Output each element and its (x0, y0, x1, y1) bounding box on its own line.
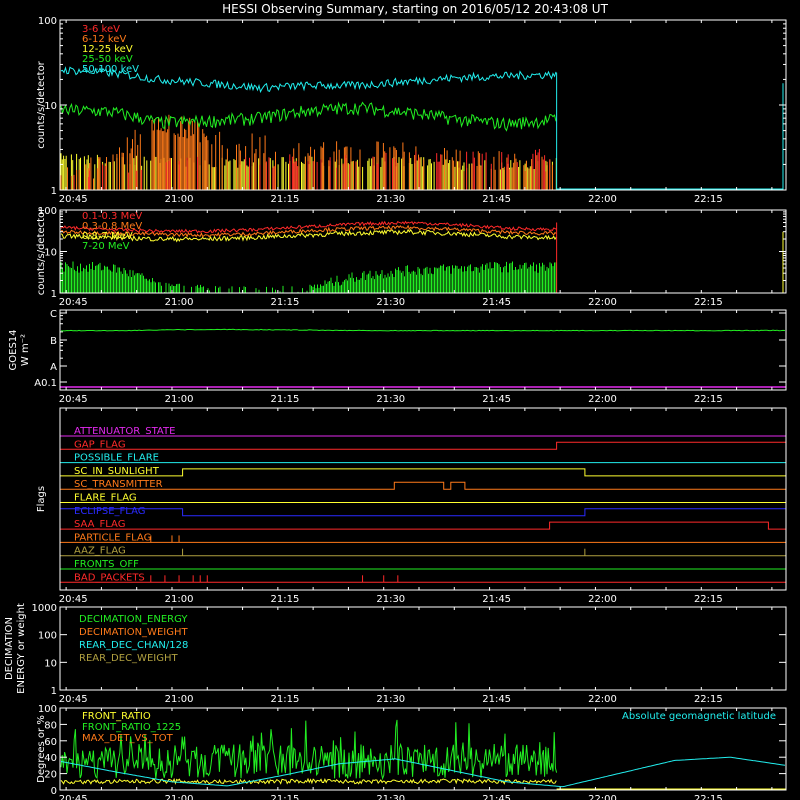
flag-label: POSSIBLE_FLARE (74, 453, 159, 464)
y-tick-label: 1 (51, 186, 57, 197)
y-axis-label: GOES14 (8, 329, 19, 370)
time-tick-label: 21:15 (270, 594, 299, 605)
y-tick-label: C (50, 309, 57, 320)
y-tick-label: 0 (51, 786, 57, 797)
time-tick-label: 21:15 (270, 794, 299, 800)
flag-label: SC_TRANSMITTER (74, 479, 163, 490)
legend-entry: 50-100 keV (82, 64, 139, 75)
time-tick-label: 21:30 (376, 794, 405, 800)
time-tick-label: 20:45 (59, 297, 88, 308)
time-tick-label: 21:00 (165, 297, 194, 308)
time-tick-label: 21:15 (270, 297, 299, 308)
time-tick-label: 20:45 (59, 694, 88, 705)
legend-entry: FRONT_RATIO (82, 711, 151, 722)
legend-entry: DECIMATION_WEIGHT (79, 627, 188, 638)
time-tick-label: 21:30 (376, 194, 405, 205)
time-tick-label: 22:15 (694, 594, 723, 605)
legend-entry: FRONT_RATIO_1225 (82, 722, 181, 733)
time-tick-label: 20:45 (59, 594, 88, 605)
time-tick-label: 21:45 (482, 194, 511, 205)
time-tick-label: 20:45 (59, 794, 88, 800)
y-tick-label: 1000 (32, 603, 57, 614)
time-tick-label: 20:45 (59, 194, 88, 205)
time-tick-label: 22:15 (694, 694, 723, 705)
legend-entry: 7-20 MeV (82, 241, 130, 252)
flag-label: GAP_FLAG (74, 439, 126, 450)
time-tick-label: 21:45 (482, 594, 511, 605)
y-axis-label: Flags (36, 486, 47, 512)
flag-label: FLARE_FLAG (74, 493, 137, 504)
y-tick-label: 1 (51, 289, 57, 300)
legend-entry: DECIMATION_ENERGY (79, 614, 188, 625)
time-tick-label: 22:00 (588, 794, 617, 800)
y-axis-label-line2: ENERGY or weight (16, 603, 27, 694)
flag-label: ECLIPSE_FLAG (74, 506, 145, 517)
time-tick-label: 22:15 (694, 194, 723, 205)
flag-label: SAA_FLAG (74, 519, 125, 530)
flag-label: FRONTS_OFF (74, 559, 139, 570)
time-tick-label: 21:00 (165, 694, 194, 705)
time-tick-label: 21:30 (376, 594, 405, 605)
y-axis-label: counts/s/detector (36, 60, 47, 148)
time-tick-label: 21:30 (376, 394, 405, 405)
flag-label: AAZ_FLAG (74, 546, 126, 557)
annotation-label: Absolute geomagnetic latitude (622, 711, 776, 722)
time-tick-label: 22:00 (588, 194, 617, 205)
time-tick-label: 21:45 (482, 794, 511, 800)
time-tick-label: 21:45 (482, 297, 511, 308)
time-tick-label: 22:00 (588, 394, 617, 405)
time-tick-label: 21:30 (376, 694, 405, 705)
time-tick-label: 21:00 (165, 594, 194, 605)
flag-label: BAD_PACKETS (74, 572, 145, 583)
y-tick-label: A (50, 362, 57, 373)
figure-title: HESSI Observing Summary, starting on 201… (222, 2, 608, 16)
time-tick-label: 22:15 (694, 297, 723, 308)
y-tick-label: 10 (44, 658, 57, 669)
time-tick-label: 21:45 (482, 694, 511, 705)
time-tick-label: 21:15 (270, 194, 299, 205)
y-axis-label: counts/s/detector (36, 207, 47, 295)
time-tick-label: 21:15 (270, 394, 299, 405)
time-tick-label: 22:00 (588, 594, 617, 605)
time-tick-label: 22:00 (588, 694, 617, 705)
legend-entry: REAR_DEC_WEIGHT (79, 653, 178, 664)
time-tick-label: 21:15 (270, 694, 299, 705)
flag-label: PARTICLE_FLAG (74, 532, 151, 543)
y-tick-label: 1 (51, 686, 57, 697)
y-tick-label: 100 (38, 16, 57, 27)
y-axis-label-line1: DECIMATION (4, 617, 15, 680)
observing-summary-figure: HESSI Observing Summary, starting on 201… (0, 0, 800, 800)
y-tick-label: A0.1 (34, 378, 57, 389)
flag-label: SC_IN_SUNLIGHT (74, 466, 160, 477)
time-tick-label: 21:00 (165, 394, 194, 405)
y-tick-label: B (50, 336, 57, 347)
time-tick-label: 21:00 (165, 194, 194, 205)
time-tick-label: 20:45 (59, 394, 88, 405)
time-tick-label: 22:00 (588, 297, 617, 308)
y-axis-unit: W m⁻² (20, 334, 31, 366)
time-tick-label: 21:00 (165, 794, 194, 800)
time-tick-label: 21:45 (482, 394, 511, 405)
y-axis-label: Degrees or % (36, 715, 47, 783)
time-tick-label: 22:15 (694, 394, 723, 405)
legend-entry: MAX_DET_VS_TOT (82, 733, 174, 744)
time-tick-label: 22:15 (694, 794, 723, 800)
time-tick-label: 21:30 (376, 297, 405, 308)
y-tick-label: 100 (38, 704, 57, 715)
legend-entry: REAR_DEC_CHAN/128 (79, 640, 188, 651)
y-tick-label: 100 (38, 631, 57, 642)
flag-label: ATTENUATOR_STATE (74, 426, 175, 437)
